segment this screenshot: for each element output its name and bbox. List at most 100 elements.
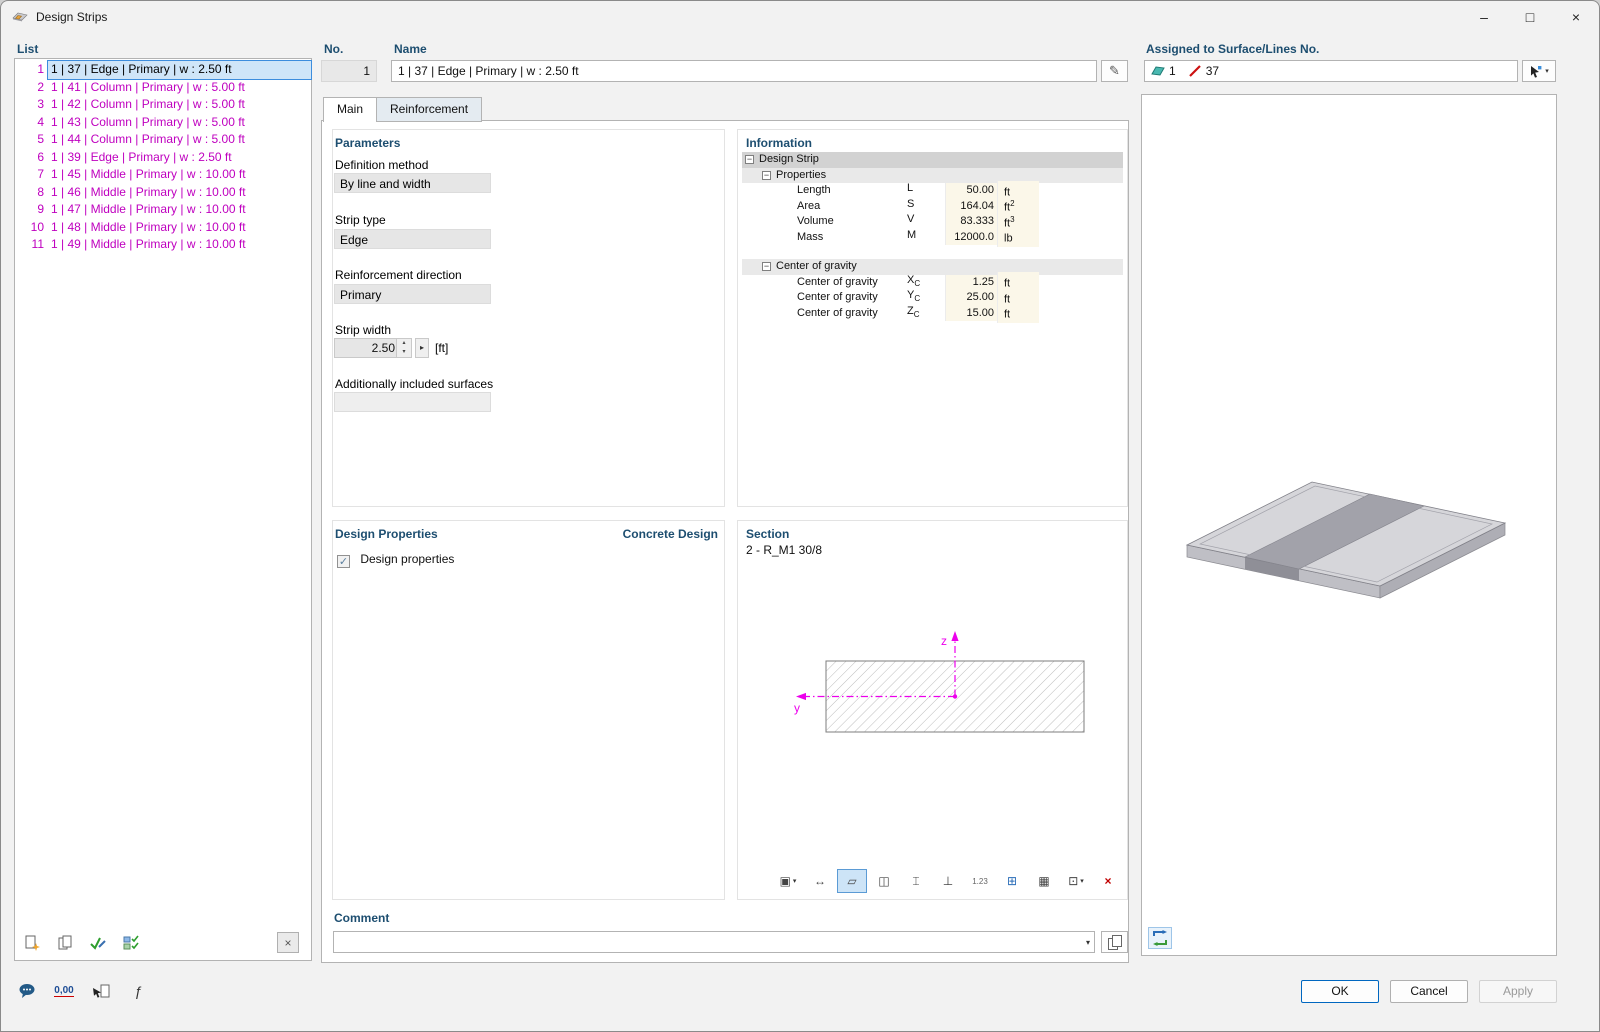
new-sheet-icon [23, 934, 41, 952]
delete-item-button[interactable]: × [277, 932, 299, 953]
design-strips-dialog: Design Strips – □ × List 11 | 37 | Edge … [0, 0, 1600, 1032]
reinforcement-direction-field[interactable]: Primary [334, 284, 491, 304]
add-item-button[interactable] [19, 931, 45, 955]
information-group: Information − Design Strip − Properties … [737, 129, 1128, 507]
pick-arrow-icon [92, 982, 110, 1000]
collapse-icon[interactable]: − [762, 262, 771, 271]
list-item[interactable]: 91 | 47 | Middle | Primary | w : 10.00 f… [15, 201, 311, 219]
apply-check-button[interactable] [85, 931, 111, 955]
collapse-icon[interactable]: − [762, 171, 771, 180]
strip-width-label: Strip width [335, 323, 391, 337]
information-title: Information [746, 136, 812, 150]
pick-assigned-button[interactable]: ▾ [1522, 60, 1556, 82]
batch-select-button[interactable] [118, 931, 144, 955]
section-grid-button[interactable]: ▦ [1029, 869, 1059, 893]
view-type-icon: ▣ [780, 874, 791, 888]
values-table-icon: ⊞ [1007, 874, 1017, 888]
section-parts-button[interactable]: ⊥ [933, 869, 963, 893]
name-label: Name [394, 42, 427, 56]
section-dimensions-button[interactable]: ↔ [805, 869, 835, 893]
line-icon [1188, 64, 1202, 78]
design-properties-checkbox-row[interactable]: ✓ Design properties [337, 552, 454, 568]
parameters-group: Parameters Definition method By line and… [332, 129, 725, 507]
units-button[interactable]: 0,00 [50, 978, 78, 1004]
section-view-type-button[interactable]: ▣▾ [773, 869, 803, 893]
minimize-button[interactable]: – [1461, 1, 1507, 33]
pick-object-button[interactable] [87, 978, 115, 1004]
list-item[interactable]: 101 | 48 | Middle | Primary | w : 10.00 … [15, 219, 311, 237]
list-item-selected[interactable]: 11 | 37 | Edge | Primary | w : 2.50 ft [15, 61, 311, 79]
design-properties-checkbox[interactable]: ✓ [337, 555, 350, 568]
cancel-button[interactable]: Cancel [1390, 980, 1468, 1003]
strip-width-stepper[interactable]: 2.50 ▴ ▾ [334, 338, 412, 358]
additional-surfaces-field[interactable] [334, 392, 491, 412]
list-item[interactable]: 41 | 43 | Column | Primary | w : 5.00 ft [15, 114, 311, 132]
comment-value [334, 935, 340, 949]
definition-method-field[interactable]: By line and width [334, 173, 491, 193]
surface-icon [1151, 65, 1165, 77]
list-item[interactable]: 61 | 39 | Edge | Primary | w : 2.50 ft [15, 149, 311, 167]
strip-width-value: 2.50 [335, 339, 395, 357]
pick-width-button[interactable]: ▸ [415, 338, 429, 358]
reset-icon: × [1104, 874, 1111, 888]
spin-down-icon[interactable]: ▾ [397, 348, 411, 357]
select-arrow-icon [1529, 65, 1542, 78]
section-numbering-button[interactable]: 1.23 [965, 869, 995, 893]
section-values-table-button[interactable]: ⊞ [997, 869, 1027, 893]
check-list-icon [122, 934, 140, 952]
section-reset-button[interactable]: × [1093, 869, 1123, 893]
units-icon: 0,00 [54, 985, 73, 997]
assigned-surface-no: 1 [1169, 61, 1176, 81]
section-print-button[interactable]: ⊡▾ [1061, 869, 1091, 893]
title-bar: Design Strips – □ × [1, 1, 1599, 33]
tab-main[interactable]: Main [323, 97, 377, 122]
information-table: − Design Strip − Properties Length L 50.… [742, 152, 1123, 321]
maximize-button[interactable]: □ [1507, 1, 1553, 33]
section-axes-button[interactable]: ◫ [869, 869, 899, 893]
copy-comment-button[interactable] [1101, 931, 1128, 953]
model-3d-viewport[interactable] [1141, 94, 1557, 956]
strip-type-field[interactable]: Edge [334, 229, 491, 249]
main-tab-panel: Parameters Definition method By line and… [321, 120, 1129, 963]
grid-icon: ▦ [1038, 874, 1049, 888]
comment-bubble-button[interactable] [13, 978, 41, 1004]
design-properties-title: Design Properties [335, 527, 438, 541]
ok-button[interactable]: OK [1301, 980, 1379, 1003]
list-item[interactable]: 81 | 46 | Middle | Primary | w : 10.00 f… [15, 184, 311, 202]
list-item[interactable]: 31 | 42 | Column | Primary | w : 5.00 ft [15, 96, 311, 114]
formula-button[interactable]: ƒ [124, 978, 152, 1004]
comment-title: Comment [334, 911, 389, 925]
list-item[interactable]: 111 | 49 | Middle | Primary | w : 10.00 … [15, 236, 311, 254]
info-row: Mass M 12000.0 lb [742, 230, 1123, 246]
section-outline-button[interactable]: ▱ [837, 869, 867, 893]
dimensions-icon: ↔ [814, 874, 826, 888]
tree-node-design-strip[interactable]: − Design Strip [742, 152, 1123, 168]
no-field: 1 [321, 60, 377, 82]
combo-arrow-icon[interactable]: ▾ [1086, 932, 1090, 952]
list-item[interactable]: 21 | 41 | Column | Primary | w : 5.00 ft [15, 79, 311, 97]
spin-up-icon[interactable]: ▴ [397, 339, 411, 348]
section-title: Section [746, 527, 789, 541]
design-strip-list[interactable]: 11 | 37 | Edge | Primary | w : 2.50 ft 2… [14, 58, 312, 961]
additional-surfaces-label: Additionally included surfaces [335, 377, 493, 391]
tab-bar: Main Reinforcement [323, 97, 481, 122]
collapse-icon[interactable]: − [745, 155, 754, 164]
name-field[interactable]: 1 | 37 | Edge | Primary | w : 2.50 ft [391, 60, 1097, 82]
sync-view-button[interactable] [1148, 927, 1172, 949]
assigned-field[interactable]: 1 37 [1144, 60, 1518, 82]
section-drawing: z y [738, 561, 1129, 861]
formula-icon: ƒ [134, 983, 142, 999]
section-stress-points-button[interactable]: ⌶ [901, 869, 931, 893]
list-item[interactable]: 51 | 44 | Column | Primary | w : 5.00 ft [15, 131, 311, 149]
close-button[interactable]: × [1553, 1, 1599, 33]
sync-view-icon [1152, 930, 1168, 946]
tab-reinforcement[interactable]: Reinforcement [376, 97, 482, 122]
copy-item-button[interactable] [52, 931, 78, 955]
comment-combobox[interactable]: ▾ [333, 931, 1095, 953]
design-properties-group: Design Properties Concrete Design ✓ Desi… [332, 520, 725, 900]
centroid-point [953, 694, 957, 698]
comment-group: Comment ▾ [332, 907, 1128, 959]
list-item[interactable]: 71 | 45 | Middle | Primary | w : 10.00 f… [15, 166, 311, 184]
edit-name-button[interactable]: ✎ [1101, 60, 1128, 82]
apply-button[interactable]: Apply [1479, 980, 1557, 1003]
